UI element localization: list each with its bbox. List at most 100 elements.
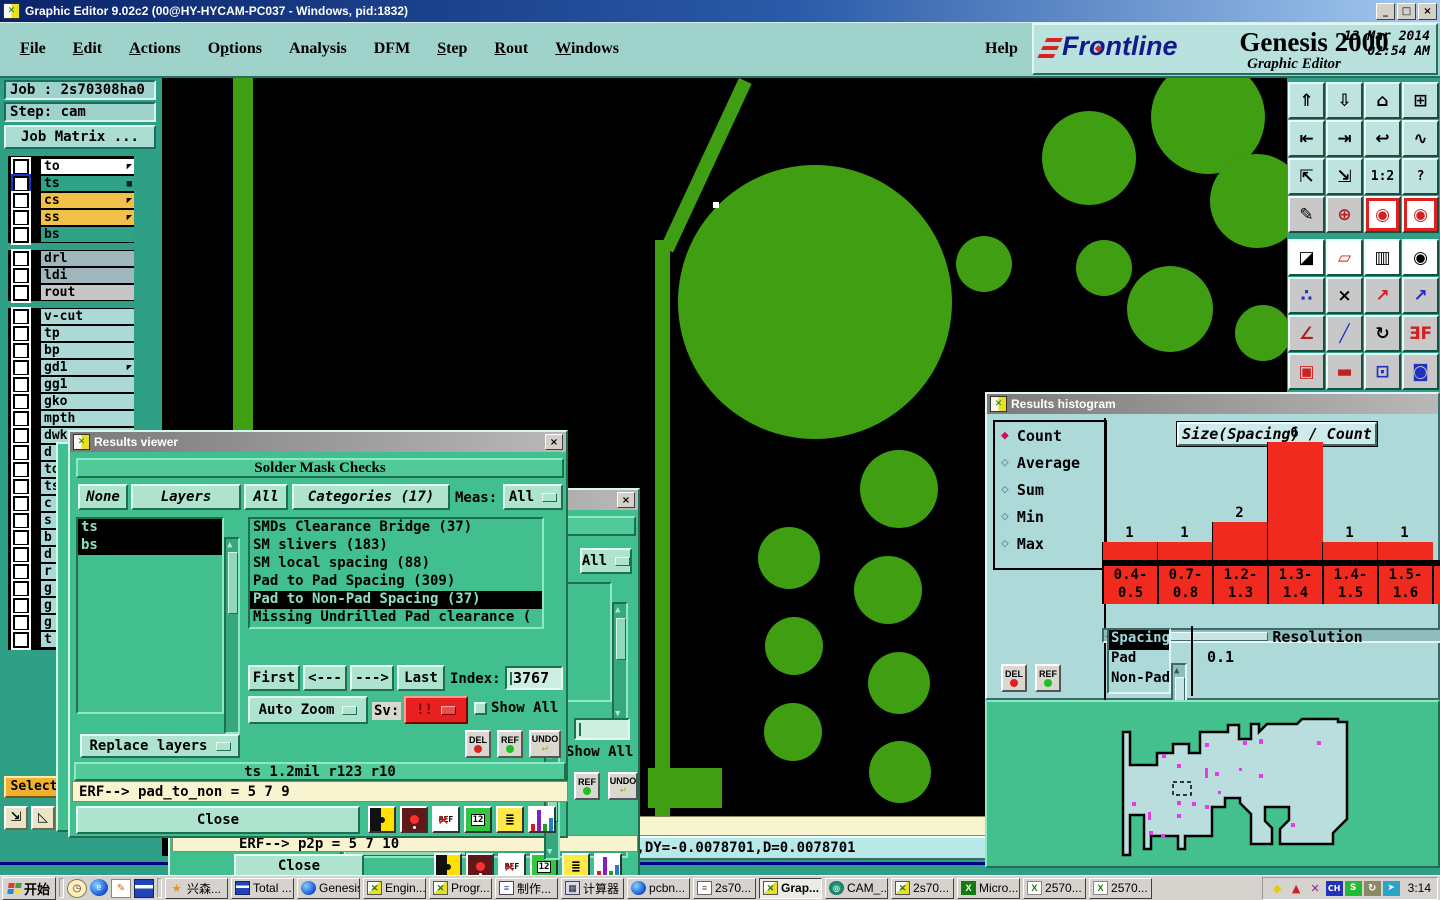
layer-visibility-checkbox[interactable] xyxy=(11,629,31,650)
floppy-icon[interactable] xyxy=(134,878,155,898)
menu-item-actions[interactable]: Actions xyxy=(129,40,181,58)
layer-row[interactable]: ldi xyxy=(8,265,134,286)
layer-name[interactable]: ts ▦ xyxy=(41,176,134,191)
layer-visibility-checkbox[interactable] xyxy=(11,224,31,245)
menu-item-analysis[interactable]: Analysis xyxy=(289,40,347,58)
layer-row[interactable]: ts ▦ xyxy=(8,173,134,194)
auto-zoom-dropdown[interactable]: Auto Zoom xyxy=(248,696,368,724)
results-layers-list[interactable]: ts bs xyxy=(76,517,224,714)
task-button[interactable]: ≡ 制作... xyxy=(495,877,559,899)
layer-row[interactable]: gg1 xyxy=(8,374,134,395)
task-button[interactable]: ≡ 2s70... xyxy=(693,877,757,899)
task-button[interactable]: ✕ 2s70... xyxy=(891,877,955,899)
upd-tray-icon[interactable]: ↻ xyxy=(1363,880,1381,896)
prev-button[interactable]: <--- xyxy=(303,665,347,691)
select-move-button[interactable]: ◪ xyxy=(1288,239,1325,276)
net-red-b-button[interactable]: ◉ xyxy=(1402,196,1439,233)
category-item[interactable]: SM local spacing (88) xyxy=(250,555,542,573)
measure-item[interactable]: Non-Pad xyxy=(1109,670,1170,690)
layer-name[interactable]: ss ◤ xyxy=(41,210,134,225)
layer-visibility-checkbox[interactable] xyxy=(11,544,31,565)
first-button[interactable]: First xyxy=(248,665,300,691)
layer-visibility-checkbox[interactable] xyxy=(11,391,31,412)
categories-list[interactable]: SMDs Clearance Bridge (37) SM slivers (18… xyxy=(248,517,544,629)
histogram-icon[interactable] xyxy=(528,806,556,833)
task-button[interactable]: ✕ Engin... xyxy=(363,877,427,899)
zoom-corner2-button[interactable]: ◺ xyxy=(31,806,55,830)
layer-visibility-checkbox[interactable] xyxy=(11,374,31,395)
results-viewer-close-icon[interactable]: × xyxy=(545,434,563,450)
measure-item[interactable]: Spacing xyxy=(1109,630,1170,650)
layer-row[interactable]: mpth xyxy=(8,408,134,429)
layer-visibility-checkbox[interactable] xyxy=(11,265,31,286)
layer-row[interactable]: gko xyxy=(8,391,134,412)
ie-icon[interactable]: e xyxy=(90,878,109,896)
layer-visibility-checkbox[interactable] xyxy=(11,459,31,480)
ref-clear-icon[interactable]: REF ✕ xyxy=(432,806,460,833)
pages-12-icon[interactable]: 12 xyxy=(464,806,492,833)
dialog2-meas-dropdown[interactable]: All xyxy=(580,548,632,574)
red-layer-icon[interactable] xyxy=(400,806,428,833)
task-button[interactable]: Genesis xyxy=(297,877,361,899)
zoom-corner-button[interactable]: ⇲ xyxy=(4,806,28,830)
dim-box-button[interactable]: ⊡ xyxy=(1364,353,1401,390)
index-field[interactable]: 3767 xyxy=(505,666,563,690)
layer-row[interactable]: ss ◤ xyxy=(8,207,134,228)
start-button[interactable]: 开始 xyxy=(2,876,57,900)
layer-visibility-checkbox[interactable] xyxy=(11,510,31,531)
dialog2-ref-button[interactable]: REF xyxy=(574,772,600,800)
layer-visibility-checkbox[interactable] xyxy=(11,173,31,194)
results-viewer-titlebar[interactable]: ✕ Results viewer × xyxy=(70,432,566,452)
pan-right-button[interactable]: ⇥ xyxy=(1326,120,1363,157)
show-all-checkbox[interactable] xyxy=(474,702,487,715)
antivirus-tray-icon[interactable]: ▲ xyxy=(1288,881,1305,896)
menu-help[interactable]: Help xyxy=(985,40,1018,58)
flash-tray-icon[interactable]: ➤ xyxy=(1382,880,1400,896)
stat-option-min[interactable]: ◇ Min xyxy=(995,503,1105,530)
copy-point-button[interactable]: ↗ xyxy=(1402,277,1439,314)
layer-row[interactable]: cs ◤ xyxy=(8,190,134,211)
task-button[interactable]: ★ 兴森... xyxy=(165,877,229,899)
layer-visibility-checkbox[interactable] xyxy=(11,357,31,378)
histogram-ref-button[interactable]: REF xyxy=(1035,664,1061,692)
pad-blue-button[interactable]: ◙ xyxy=(1402,353,1439,390)
pad-red-button[interactable]: ▣ xyxy=(1288,353,1325,390)
screen-grab-button[interactable]: ⇩ xyxy=(1326,82,1363,119)
layer-row[interactable]: bp xyxy=(8,340,134,361)
layer-row[interactable]: bs xyxy=(8,224,134,245)
pan-left-button[interactable]: ⇤ xyxy=(1288,120,1325,157)
minimize-button[interactable]: _ xyxy=(1376,2,1395,20)
net-red-a-button[interactable]: ◉ xyxy=(1364,196,1401,233)
measure-item[interactable]: Pad xyxy=(1109,650,1169,670)
dialog2-index-field[interactable] xyxy=(574,718,630,740)
layer-visibility-checkbox[interactable] xyxy=(11,340,31,361)
layer-visibility-checkbox[interactable] xyxy=(11,476,31,497)
task-button[interactable]: Total ... xyxy=(231,877,295,899)
window-xy-button[interactable]: ⊞ xyxy=(1402,82,1439,119)
layers-vscrollbar[interactable]: ▲ xyxy=(224,537,240,734)
zoom-fit-button[interactable]: ⇱ xyxy=(1288,158,1325,195)
layer-visibility-checkbox[interactable] xyxy=(11,207,31,228)
undo-button[interactable]: UNDO ↩ xyxy=(529,730,561,758)
none-button[interactable]: None xyxy=(78,484,128,510)
diamond-tray-icon[interactable]: ◆ xyxy=(1269,881,1286,896)
layer-visibility-checkbox[interactable] xyxy=(11,425,31,446)
next-button[interactable]: ---> xyxy=(350,665,394,691)
grid-snap-button[interactable]: ⊕ xyxy=(1326,196,1363,233)
layer-row[interactable]: to ◤ xyxy=(8,156,134,177)
paste-up-button[interactable]: ⇑ xyxy=(1288,82,1325,119)
category-item[interactable]: Missing Undrilled Pad clearance ( xyxy=(250,609,542,627)
layer-name[interactable]: gg1 xyxy=(41,377,134,392)
menu-item-dfm[interactable]: DFM xyxy=(374,40,410,58)
layer-name[interactable]: tp xyxy=(41,326,134,341)
menu-item-edit[interactable]: Edit xyxy=(73,40,102,58)
result-layer-item[interactable]: ts xyxy=(78,519,222,537)
home-button[interactable]: ⌂ xyxy=(1364,82,1401,119)
meas-dropdown[interactable]: All xyxy=(503,484,563,510)
histogram-titlebar[interactable]: ✕ Results histogram xyxy=(987,394,1438,414)
menu-item-windows[interactable]: Windows xyxy=(555,40,619,58)
layer-visibility-checkbox[interactable] xyxy=(11,282,31,303)
draw-tools-button[interactable]: ✎ xyxy=(1288,196,1325,233)
stat-option-count[interactable]: ◆ Count xyxy=(995,422,1105,449)
ch-tray-icon[interactable]: CH xyxy=(1325,880,1343,896)
